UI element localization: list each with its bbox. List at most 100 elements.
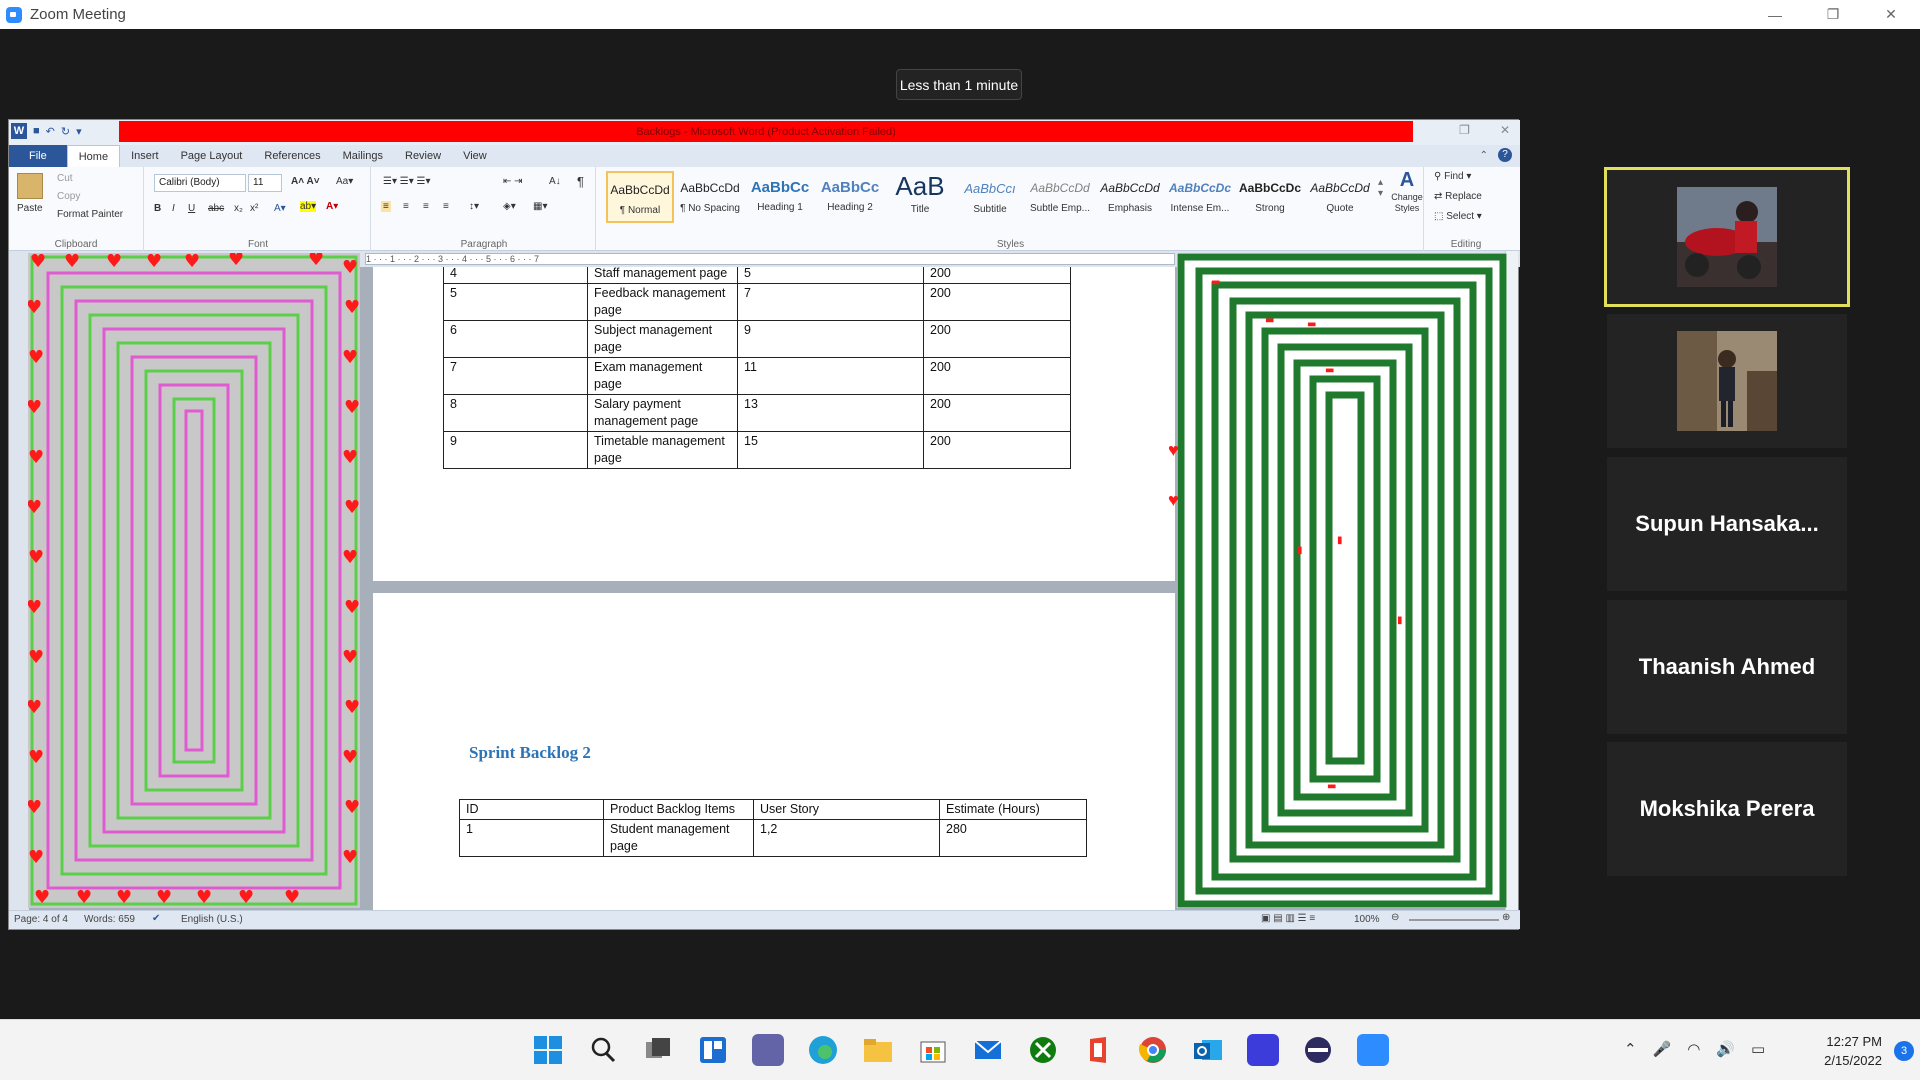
teams-chat-icon[interactable] xyxy=(752,1034,784,1066)
close-button[interactable]: ✕ xyxy=(1862,0,1920,29)
copy-button[interactable]: Copy xyxy=(57,191,80,202)
office-icon[interactable] xyxy=(1082,1034,1114,1066)
justify-icon[interactable]: ≡ xyxy=(443,201,449,212)
find-button[interactable]: ⚲ Find ▾ xyxy=(1434,171,1471,182)
style-heading-1[interactable]: AaBbCc Heading 1 xyxy=(746,171,814,223)
bold-icon[interactable]: B xyxy=(154,203,161,214)
shading-icon[interactable]: ◈▾ xyxy=(503,201,516,212)
style-normal[interactable]: AaBbCcDd ¶ Normal xyxy=(606,171,674,223)
zoom-slider[interactable] xyxy=(1409,919,1499,921)
tab-insert[interactable]: Insert xyxy=(120,145,170,167)
grow-font-icon[interactable]: A˄ A˅ xyxy=(291,176,320,187)
notification-badge[interactable]: 3 xyxy=(1894,1041,1914,1061)
indent-icon[interactable]: ⇤ ⇥ xyxy=(503,176,523,187)
task-view-icon[interactable] xyxy=(642,1034,674,1066)
style-emphasis[interactable]: AaBbCcDd Emphasis xyxy=(1096,171,1164,223)
restore-button[interactable]: ❐ xyxy=(1804,0,1862,29)
battery-icon[interactable]: ▭ xyxy=(1751,1040,1765,1058)
strikethrough-icon[interactable]: abc xyxy=(208,203,224,214)
styles-scroll-icon[interactable]: ▴ ▾ xyxy=(1378,177,1383,199)
whiteboard-icon[interactable] xyxy=(1247,1034,1279,1066)
store-icon[interactable] xyxy=(917,1034,949,1066)
zoom-taskbar-icon[interactable] xyxy=(1357,1034,1389,1066)
paste-icon[interactable] xyxy=(17,173,43,199)
style-strong[interactable]: AaBbCcDc Strong xyxy=(1236,171,1304,223)
participant-tile[interactable]: Supun Hansaka... xyxy=(1607,457,1847,591)
app-icon[interactable] xyxy=(1302,1034,1334,1066)
word-count[interactable]: Words: 659 xyxy=(84,914,135,925)
chevron-up-icon[interactable]: ⌃ xyxy=(1624,1040,1637,1058)
clock[interactable]: 12:27 PM 2/15/2022 xyxy=(1824,1032,1882,1070)
page-count[interactable]: Page: 4 of 4 xyxy=(14,914,68,925)
tab-review[interactable]: Review xyxy=(394,145,452,167)
font-color-icon[interactable]: A▾ xyxy=(326,201,338,212)
zoom-level[interactable]: 100% xyxy=(1354,914,1380,925)
participant-tile[interactable]: Mokshika Perera xyxy=(1607,742,1847,876)
tab-view[interactable]: View xyxy=(452,145,498,167)
word-close-icon[interactable]: ✕ xyxy=(1500,123,1510,137)
superscript-icon[interactable]: x² xyxy=(250,203,258,214)
style-title[interactable]: AaB Title xyxy=(886,171,954,223)
word-restore-icon[interactable]: ❐ xyxy=(1459,123,1470,137)
minimize-button[interactable]: — xyxy=(1746,0,1804,29)
select-button[interactable]: ⬚ Select ▾ xyxy=(1434,211,1482,222)
vertical-ruler[interactable] xyxy=(9,267,29,912)
align-left-icon[interactable]: ≡ xyxy=(381,201,391,212)
line-spacing-icon[interactable]: ↕▾ xyxy=(469,201,479,212)
proofing-icon[interactable]: ✔ xyxy=(152,913,160,924)
outlook-icon[interactable] xyxy=(1192,1034,1224,1066)
ribbon-collapse-icon[interactable]: ⌃ xyxy=(1480,150,1488,161)
show-marks-icon[interactable]: ¶ xyxy=(577,174,584,189)
replace-button[interactable]: ⇄ Replace xyxy=(1434,191,1482,202)
change-styles-button[interactable]: A Change Styles xyxy=(1390,169,1424,235)
highlight-icon[interactable]: ab▾ xyxy=(300,201,317,212)
style-intense-emphasis[interactable]: AaBbCcDc Intense Em... xyxy=(1166,171,1234,223)
underline-icon[interactable]: U xyxy=(188,203,195,214)
style-quote[interactable]: AaBbCcDd Quote xyxy=(1306,171,1374,223)
italic-icon[interactable]: I xyxy=(172,203,175,214)
tab-references[interactable]: References xyxy=(253,145,331,167)
help-icon[interactable]: ? xyxy=(1498,148,1512,162)
bullets-icon[interactable]: ☰▾ ☰▾ ☰▾ xyxy=(383,176,431,187)
save-icon[interactable]: ■ xyxy=(33,125,40,137)
subscript-icon[interactable]: x₂ xyxy=(234,203,243,214)
change-case-icon[interactable]: Aa▾ xyxy=(336,176,353,187)
zoom-out-icon[interactable]: ⊖ xyxy=(1391,912,1399,923)
redo-icon[interactable]: ↻ xyxy=(61,125,70,138)
tab-home[interactable]: Home xyxy=(66,145,121,167)
start-icon[interactable] xyxy=(532,1034,564,1066)
chrome-icon[interactable] xyxy=(1137,1034,1169,1066)
participant-tile[interactable] xyxy=(1607,314,1847,448)
style-subtle-emphasis[interactable]: AaBbCcDd Subtle Emp... xyxy=(1026,171,1094,223)
style-heading-2[interactable]: AaBbCc Heading 2 xyxy=(816,171,884,223)
language[interactable]: English (U.S.) xyxy=(181,914,243,925)
zoom-in-icon[interactable]: ⊕ xyxy=(1502,912,1510,923)
sort-icon[interactable]: A↓ xyxy=(549,176,561,187)
tab-file[interactable]: File xyxy=(9,145,67,167)
tab-page-layout[interactable]: Page Layout xyxy=(170,145,254,167)
font-name-select[interactable]: Calibri (Body) xyxy=(154,174,246,192)
widgets-icon[interactable] xyxy=(697,1034,729,1066)
customize-qat-icon[interactable]: ▾ xyxy=(76,125,82,138)
participant-tile-active-speaker[interactable] xyxy=(1604,167,1850,307)
format-painter-button[interactable]: Format Painter xyxy=(57,209,123,220)
wifi-icon[interactable]: ◠ xyxy=(1687,1040,1700,1058)
borders-icon[interactable]: ▦▾ xyxy=(533,201,547,212)
microphone-icon[interactable]: 🎤 xyxy=(1653,1040,1672,1058)
paste-button[interactable]: Paste xyxy=(17,203,43,214)
xbox-icon[interactable] xyxy=(1027,1034,1059,1066)
font-size-select[interactable]: 11 xyxy=(248,174,282,192)
text-effects-icon[interactable]: A▾ xyxy=(274,203,286,214)
cut-button[interactable]: Cut xyxy=(57,173,73,184)
style-subtitle[interactable]: AaBbCcı Subtitle xyxy=(956,171,1024,223)
style-no-spacing[interactable]: AaBbCcDd ¶ No Spacing xyxy=(676,171,744,223)
view-layout-icons[interactable]: ▣ ▤ ▥ ☰ ≡ xyxy=(1261,913,1315,924)
edge-icon[interactable] xyxy=(807,1034,839,1066)
align-center-icon[interactable]: ≡ xyxy=(403,201,409,212)
undo-icon[interactable]: ↶ xyxy=(46,125,55,138)
participant-tile[interactable]: Thaanish Ahmed xyxy=(1607,600,1847,734)
volume-icon[interactable]: 🔊 xyxy=(1716,1040,1735,1058)
align-right-icon[interactable]: ≡ xyxy=(423,201,429,212)
search-icon[interactable] xyxy=(587,1034,619,1066)
mail-icon[interactable] xyxy=(972,1034,1004,1066)
